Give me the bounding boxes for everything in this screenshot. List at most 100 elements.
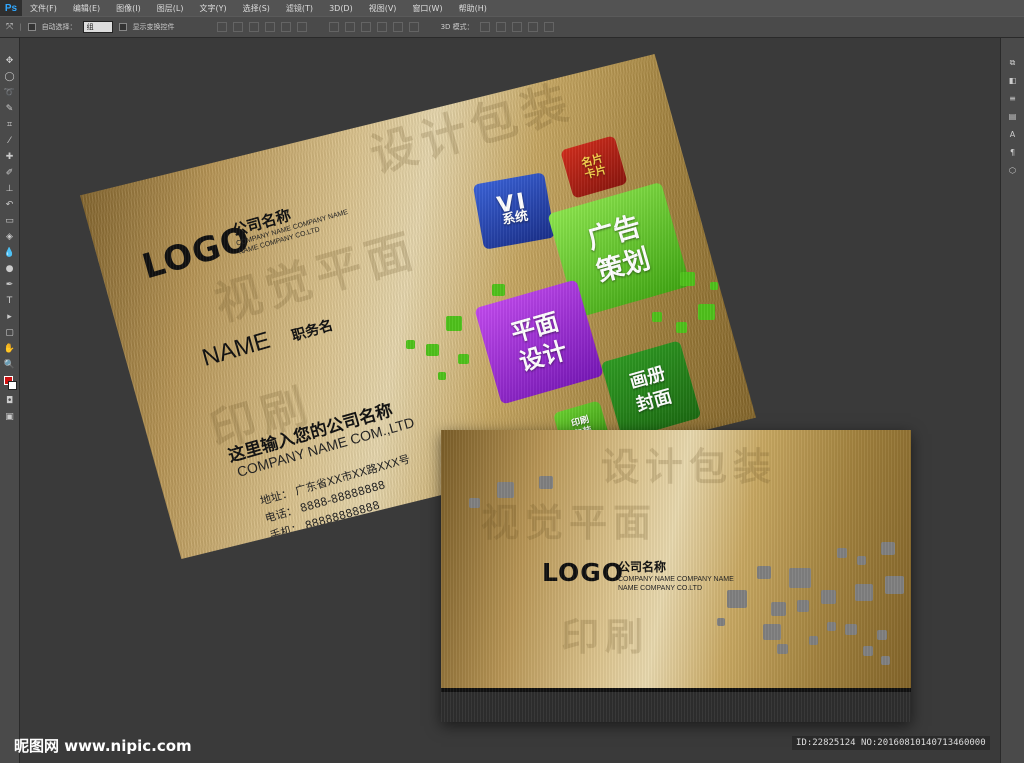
paragraph-panel-icon[interactable]: ¶ <box>1007 148 1019 158</box>
green-square <box>652 312 662 322</box>
grey-square <box>857 556 866 565</box>
back-company-en-2: NAME COMPANY CO.LTD <box>618 585 703 592</box>
3d-mode-label: 3D 模式： <box>440 23 474 31</box>
blur-tool-icon[interactable]: 💧 <box>4 248 16 258</box>
grey-square <box>777 644 788 654</box>
back-card-dark-band <box>441 688 911 722</box>
3d-slide-icon[interactable] <box>527 22 538 32</box>
zoom-tool-icon[interactable]: 🔍 <box>4 360 16 370</box>
menu-window[interactable]: 窗口(W) <box>404 3 450 14</box>
show-transform-label: 显示变换控件 <box>132 23 175 31</box>
watermark-text: 设计包装 <box>364 73 580 183</box>
green-square <box>406 340 415 349</box>
distribute-center-icon[interactable] <box>392 22 403 32</box>
healing-brush-tool-icon[interactable]: ✚ <box>4 152 16 162</box>
back-company-en-1: COMPANY NAME COMPANY NAME <box>618 576 734 583</box>
layers-panel-icon[interactable]: ▤ <box>1007 112 1019 122</box>
grey-square <box>497 482 514 498</box>
adjustments-panel-icon[interactable]: ≡ <box>1007 94 1019 104</box>
brush-tool-icon[interactable]: ✐ <box>4 168 16 178</box>
eyedropper-tool-icon[interactable]: ⁄ <box>4 136 16 146</box>
align-bottom-icon[interactable] <box>248 22 259 32</box>
pen-tool-icon[interactable]: ✒ <box>4 280 16 290</box>
auto-select-dropdown[interactable]: 组 <box>82 21 113 33</box>
eraser-tool-icon[interactable]: ▭ <box>4 216 16 226</box>
path-select-tool-icon[interactable]: ▸ <box>4 312 16 322</box>
shape-tool-icon[interactable]: ▢ <box>4 328 16 338</box>
properties-panel-icon[interactable]: ◧ <box>1007 76 1019 86</box>
menu-3d[interactable]: 3D(D) <box>321 4 361 13</box>
tools-panel: ✥ ◯ ➰ ✎ ⌗ ⁄ ✚ ✐ ⊥ ↶ ▭ ◈ 💧 ● ✒ T ▸ ▢ ✋ 🔍 … <box>0 38 20 763</box>
green-square <box>680 272 695 286</box>
right-panel-dock: ⧉ ◧ ≡ ▤ A ¶ ⬡ <box>1000 38 1024 763</box>
green-square <box>676 322 687 333</box>
grey-square <box>539 476 553 489</box>
menu-view[interactable]: 视图(V) <box>361 3 405 14</box>
history-panel-icon[interactable]: ⧉ <box>1007 58 1019 68</box>
site-watermark: 昵图网 www.nipic.com <box>14 737 192 755</box>
cube-vi-system: VI 系统 <box>472 172 556 250</box>
align-middle-icon[interactable] <box>232 22 243 32</box>
menu-layer[interactable]: 图层(L) <box>149 3 192 14</box>
show-transform-checkbox[interactable] <box>118 23 127 31</box>
grey-square <box>845 624 857 635</box>
person-name: NAME <box>199 326 274 372</box>
3d-rotate-icon[interactable] <box>479 22 490 32</box>
dodge-tool-icon[interactable]: ● <box>4 264 16 274</box>
move-tool-icon[interactable]: ⤧ <box>6 22 13 32</box>
grey-square <box>809 636 818 645</box>
marquee-tool-icon[interactable]: ◯ <box>4 72 16 82</box>
menu-edit[interactable]: 编辑(E) <box>65 3 108 14</box>
3d-roll-icon[interactable] <box>495 22 506 32</box>
screen-mode-icon[interactable]: ▣ <box>4 412 16 422</box>
distribute-right-icon[interactable] <box>408 22 419 32</box>
distribute-top-icon[interactable] <box>328 22 339 32</box>
distribute-left-icon[interactable] <box>376 22 387 32</box>
color-swatches[interactable] <box>3 376 17 390</box>
photoshop-logo: Ps <box>0 0 22 16</box>
distribute-middle-icon[interactable] <box>344 22 355 32</box>
align-right-icon[interactable] <box>296 22 307 32</box>
auto-select-checkbox[interactable] <box>27 23 36 31</box>
green-square <box>446 316 462 331</box>
menu-filter[interactable]: 滤镜(T) <box>278 3 321 14</box>
menu-help[interactable]: 帮助(H) <box>451 3 495 14</box>
lasso-tool-icon[interactable]: ➰ <box>4 88 16 98</box>
quick-select-tool-icon[interactable]: ✎ <box>4 104 16 114</box>
align-center-icon[interactable] <box>280 22 291 32</box>
3d-drag-icon[interactable] <box>511 22 522 32</box>
grey-square <box>763 624 781 640</box>
3d-scale-icon[interactable] <box>543 22 554 32</box>
menu-file[interactable]: 文件(F) <box>22 3 65 14</box>
quick-mask-icon[interactable]: ◘ <box>4 396 16 406</box>
menu-type[interactable]: 文字(Y) <box>191 3 234 14</box>
hand-tool-icon[interactable]: ✋ <box>4 344 16 354</box>
crop-tool-icon[interactable]: ⌗ <box>4 120 16 130</box>
green-square <box>492 284 505 296</box>
type-tool-icon[interactable]: T <box>4 296 16 306</box>
align-left-icon[interactable] <box>264 22 275 32</box>
menu-image[interactable]: 图像(I) <box>108 3 149 14</box>
history-brush-tool-icon[interactable]: ↶ <box>4 200 16 210</box>
grey-square <box>727 590 747 608</box>
menu-bar: Ps 文件(F) 编辑(E) 图像(I) 图层(L) 文字(Y) 选择(S) 滤… <box>0 0 1024 16</box>
green-square <box>458 354 469 364</box>
watermark-text: 设计包装 <box>601 444 778 489</box>
character-panel-icon[interactable]: A <box>1007 130 1019 140</box>
clone-stamp-tool-icon[interactable]: ⊥ <box>4 184 16 194</box>
3d-panel-icon[interactable]: ⬡ <box>1007 166 1019 176</box>
image-id-label: ID:22825124 NO:20160810140713460000 <box>792 736 990 750</box>
align-top-icon[interactable] <box>216 22 227 32</box>
paint-bucket-tool-icon[interactable]: ◈ <box>4 232 16 242</box>
grey-square <box>863 646 873 656</box>
background-color[interactable] <box>7 381 17 390</box>
grey-square <box>717 618 725 626</box>
back-logo: LOGO <box>542 558 625 587</box>
grey-square <box>469 498 480 508</box>
move-tool-icon[interactable]: ✥ <box>4 56 16 66</box>
green-square <box>438 372 446 380</box>
menu-select[interactable]: 选择(S) <box>235 3 278 14</box>
grey-square <box>827 622 836 631</box>
distribute-bottom-icon[interactable] <box>360 22 371 32</box>
grey-square <box>837 548 847 558</box>
